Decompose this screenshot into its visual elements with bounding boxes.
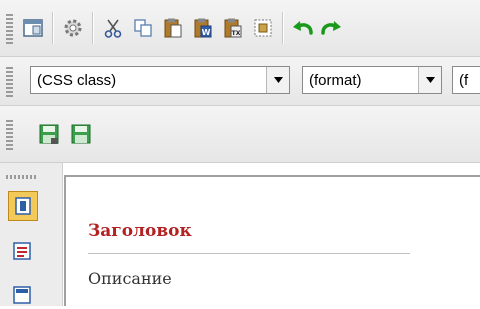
toolbar-grip[interactable] xyxy=(6,14,13,44)
toolbar-separator xyxy=(92,12,94,44)
paste-word-button[interactable]: W xyxy=(188,13,218,43)
select-all-icon xyxy=(254,19,272,37)
save-as-icon xyxy=(71,124,91,144)
cut-button[interactable] xyxy=(98,13,128,43)
layout-columns-icon xyxy=(13,286,31,304)
svg-text:TX: TX xyxy=(232,30,241,37)
toolbar-separator xyxy=(282,12,284,44)
side-toolbar-grip[interactable] xyxy=(6,175,36,179)
title-divider xyxy=(88,253,410,254)
save-icon xyxy=(39,124,59,144)
layout-block-button[interactable] xyxy=(8,191,38,221)
settings-button[interactable] xyxy=(58,13,88,43)
editor-canvas[interactable]: Заголовок Описание xyxy=(64,175,480,306)
layout-list-icon xyxy=(13,242,31,260)
main-toolbar: W TX xyxy=(0,0,480,57)
copy-button[interactable] xyxy=(128,13,158,43)
template-button[interactable] xyxy=(18,13,48,43)
template-icon xyxy=(23,19,43,37)
toolbar-grip[interactable] xyxy=(6,67,13,97)
paste-icon xyxy=(164,18,182,38)
save-as-button[interactable] xyxy=(66,119,96,149)
cut-icon xyxy=(104,19,122,38)
layout-columns-button[interactable] xyxy=(8,281,36,309)
toolbar-grip[interactable] xyxy=(6,120,13,150)
redo-button[interactable] xyxy=(316,13,346,43)
svg-text:W: W xyxy=(202,28,211,37)
layout-block-icon xyxy=(15,197,31,215)
side-toolbar xyxy=(0,163,63,306)
paste-text-button[interactable]: TX xyxy=(218,13,248,43)
layout-list-button[interactable] xyxy=(8,237,36,265)
css-class-dropdown[interactable] xyxy=(266,67,289,93)
save-button[interactable] xyxy=(34,119,64,149)
toolbar-separator xyxy=(52,12,54,44)
font-select[interactable]: (f xyxy=(452,66,480,94)
format-select[interactable]: (format) xyxy=(302,66,442,94)
format-dropdown[interactable] xyxy=(418,67,441,93)
paste-button[interactable] xyxy=(158,13,188,43)
format-toolbar: (CSS class) (format) (f xyxy=(0,57,480,106)
undo-button[interactable] xyxy=(288,13,318,43)
format-value: (format) xyxy=(309,71,362,89)
settings-icon xyxy=(64,19,82,37)
undo-icon xyxy=(293,21,313,35)
copy-icon xyxy=(134,19,152,37)
content-description: Описание xyxy=(88,269,172,288)
save-toolbar xyxy=(0,106,480,163)
css-class-select[interactable]: (CSS class) xyxy=(30,66,290,94)
css-class-value: (CSS class) xyxy=(37,71,117,89)
paste-word-icon: W xyxy=(194,18,212,38)
chevron-down-icon xyxy=(273,77,283,83)
font-value: (f xyxy=(459,71,469,89)
redo-icon xyxy=(321,21,341,35)
chevron-down-icon xyxy=(425,77,435,83)
content-title: Заголовок xyxy=(88,221,192,241)
paste-text-icon: TX xyxy=(224,18,242,38)
select-all-button[interactable] xyxy=(248,13,278,43)
